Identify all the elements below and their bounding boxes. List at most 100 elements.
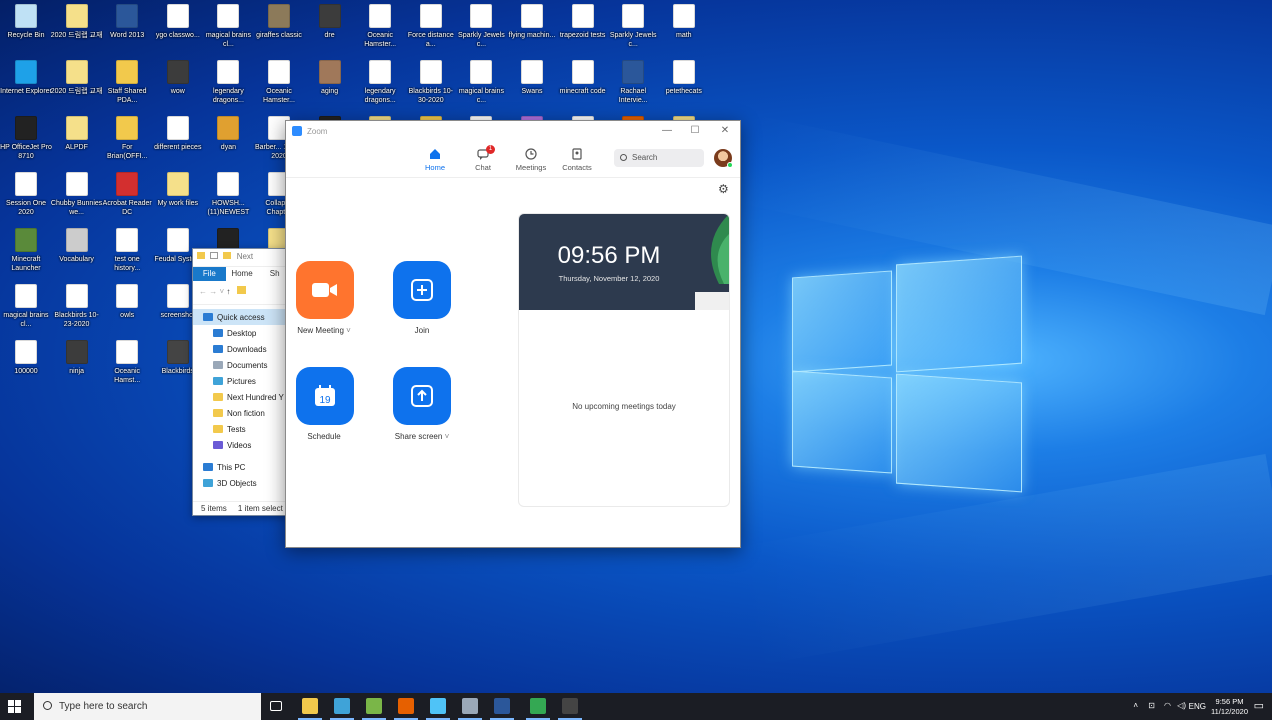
desktop-icon[interactable]: Session One 2020 [0, 172, 52, 217]
close-icon[interactable]: ✕ [718, 125, 732, 136]
nav-item[interactable]: Downloads [193, 341, 291, 357]
tab-chat[interactable]: 1 Chat [462, 145, 504, 172]
new-folder-icon[interactable] [223, 252, 232, 259]
desktop-icon[interactable]: For Brian(OFFI... [101, 116, 153, 161]
tab-file[interactable]: File [193, 267, 226, 281]
desktop-icon[interactable]: Swans [506, 60, 558, 105]
firefox-icon[interactable] [398, 698, 414, 714]
desktop-icon[interactable]: magical brains cl... [0, 284, 52, 329]
desktop-icon[interactable]: Force distance a... [405, 4, 457, 49]
chrome-icon[interactable] [530, 698, 546, 714]
desktop-icon[interactable]: 2020 드림랩 교재 [51, 60, 103, 105]
file-explorer-window[interactable]: Next File Home Sh ← → ˅ ↑ Quick access De… [192, 248, 292, 516]
maximize-icon[interactable]: ☐ [688, 125, 702, 136]
desktop-icon[interactable]: dyan [202, 116, 254, 161]
obs-icon[interactable] [562, 698, 578, 714]
chevron-down-icon[interactable]: ˅ [219, 287, 224, 296]
word-icon[interactable] [494, 698, 510, 714]
file-explorer-icon[interactable] [302, 698, 318, 714]
chevron-up-icon[interactable]: ˄ [1133, 701, 1138, 710]
desktop-icon[interactable]: HOWSH... (11)NEWEST [202, 172, 254, 217]
task-view-icon[interactable] [270, 701, 282, 711]
desktop-icon[interactable]: Acrobat Reader DC [101, 172, 153, 217]
desktop-icon[interactable]: flying machin... [506, 4, 558, 49]
desktop-icon[interactable]: trapezoid tests [557, 4, 609, 49]
explorer-titlebar[interactable]: Next [193, 249, 291, 267]
desktop-icon[interactable]: test one history... [101, 228, 153, 273]
desktop-icon[interactable]: different pieces [152, 116, 204, 161]
forward-arrow-icon[interactable]: → [209, 287, 217, 296]
desktop-icon[interactable]: magical brains cl... [202, 4, 254, 49]
photos-icon[interactable] [334, 698, 350, 714]
nav-item[interactable]: This PC [193, 459, 291, 475]
desktop-icon[interactable]: wow [152, 60, 204, 105]
desktop-icon[interactable]: Vocabulary [51, 228, 103, 273]
desktop-icon[interactable]: Word 2013 [101, 4, 153, 49]
desktop-icon[interactable]: ALPDF [51, 116, 103, 161]
new-meeting-label[interactable]: New Meeting ˅ [276, 326, 372, 335]
new-meeting-button[interactable] [296, 261, 354, 319]
schedule-label[interactable]: Schedule [276, 432, 372, 441]
gear-icon[interactable]: ⚙ [718, 183, 730, 195]
minimize-icon[interactable]: — [660, 125, 674, 136]
address-bar[interactable]: ← → ˅ ↑ [193, 281, 291, 305]
avatar[interactable] [714, 149, 733, 168]
desktop-icon[interactable]: petethecats [658, 60, 710, 105]
tab-contacts[interactable]: Contacts [556, 147, 598, 172]
desktop-icon[interactable]: Recycle Bin [0, 4, 52, 49]
join-button[interactable] [393, 261, 451, 319]
desktop-icon[interactable]: aging [304, 60, 356, 105]
join-label[interactable]: Join [374, 326, 470, 335]
language-indicator[interactable]: ENG [1189, 702, 1206, 711]
calculator-icon[interactable] [462, 698, 478, 714]
desktop-icon[interactable]: Staff Shared PDA... [101, 60, 153, 105]
volume-icon[interactable]: ◁) [1177, 701, 1186, 710]
desktop-icon[interactable]: Oceanic Hamster... [253, 60, 305, 105]
properties-icon[interactable] [210, 252, 219, 259]
desktop-icon[interactable]: minecraft code [557, 60, 609, 105]
up-arrow-icon[interactable]: ↑ [226, 287, 230, 296]
desktop-icon[interactable]: Internet Explorer [0, 60, 52, 105]
desktop-icon[interactable]: Sparkly Jewels c... [607, 4, 659, 49]
network-icon[interactable]: ⊡ [1148, 701, 1155, 710]
desktop-icon[interactable]: Oceanic Hamster... [354, 4, 406, 49]
desktop-icon[interactable]: Chubby Bunnies we... [51, 172, 103, 217]
nav-item[interactable]: 3D Objects [193, 475, 291, 491]
desktop-icon[interactable]: Oceanic Hamst... [101, 340, 153, 385]
search-input[interactable]: Search [614, 149, 704, 167]
tab-meetings[interactable]: Meetings [510, 147, 552, 172]
taskbar-clock[interactable]: 9:56 PM 11/12/2020 [1211, 697, 1248, 717]
desktop-icon[interactable]: owls [101, 284, 153, 329]
tool-icon[interactable] [430, 698, 446, 714]
share-screen-button[interactable] [393, 367, 451, 425]
back-arrow-icon[interactable]: ← [199, 287, 207, 296]
desktop-icon[interactable]: ninja [51, 340, 103, 385]
desktop-icon[interactable]: 100000 [0, 340, 52, 385]
notifications-icon[interactable]: ▭ [1254, 699, 1264, 712]
nav-item[interactable]: Pictures [193, 373, 291, 389]
wifi-icon[interactable]: ◠ [1164, 701, 1171, 710]
desktop-icon[interactable]: Rachael Intervie... [607, 60, 659, 105]
desktop-icon[interactable]: My work files [152, 172, 204, 217]
start-button[interactable] [8, 700, 22, 714]
desktop-icon[interactable]: HP OfficeJet Pro 8710 [0, 116, 52, 161]
desktop-icon[interactable]: giraffes classic [253, 4, 305, 49]
zoom-window[interactable]: Zoom — ☐ ✕ Home 1 Chat Meetings Contacts… [285, 120, 741, 548]
desktop-icon[interactable]: legendary dragons... [354, 60, 406, 105]
desktop-icon[interactable]: Blackbirds 10-30-2020 [405, 60, 457, 105]
desktop-icon[interactable]: math [658, 4, 710, 49]
schedule-button[interactable]: 19 [296, 367, 354, 425]
desktop-icon[interactable]: dre [304, 4, 356, 49]
nav-item[interactable]: Quick access [193, 309, 291, 325]
nav-item[interactable]: Non fiction [193, 405, 291, 421]
desktop-icon[interactable]: legendary dragons... [202, 60, 254, 105]
desktop-icon[interactable]: magical brains c... [455, 60, 507, 105]
taskbar-search-box[interactable]: Type here to search [34, 693, 261, 720]
chevron-down-icon[interactable]: ˅ [445, 432, 450, 441]
desktop-icon[interactable]: Minecraft Launcher [0, 228, 52, 273]
tab-home[interactable]: Home [226, 267, 259, 281]
globe-icon[interactable] [366, 698, 382, 714]
desktop-icon[interactable]: ygo classwo... [152, 4, 204, 49]
chevron-down-icon[interactable]: ˅ [346, 326, 351, 335]
desktop-icon[interactable]: 2020 드림랩 교재 [51, 4, 103, 49]
